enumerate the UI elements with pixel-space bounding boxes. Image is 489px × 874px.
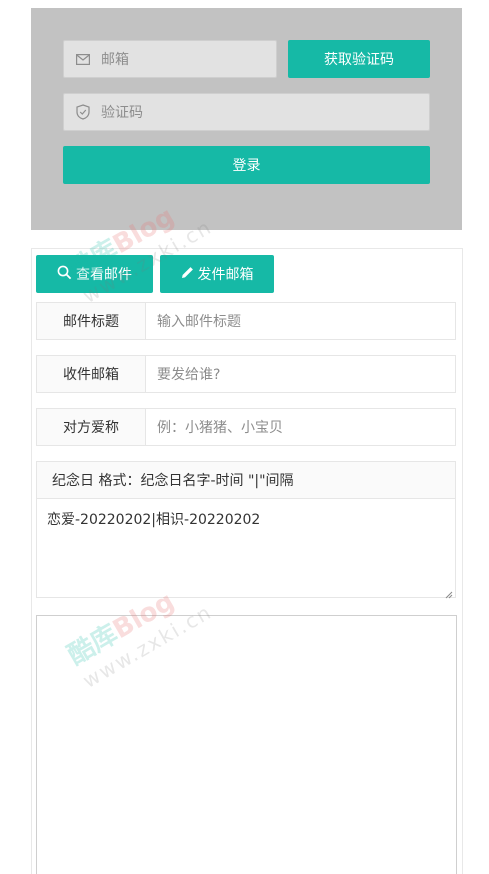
- view-mail-label: 查看邮件: [76, 267, 132, 283]
- resize-handle-icon[interactable]: [445, 587, 453, 599]
- shield-check-icon: [75, 104, 91, 120]
- recipient-row: 收件邮箱 要发给谁?: [36, 355, 456, 393]
- pencil-icon: [181, 266, 194, 283]
- send-mailbox-label: 发件邮箱: [197, 267, 254, 283]
- email-input[interactable]: 邮箱: [63, 40, 277, 78]
- mail-icon: [75, 51, 91, 67]
- verification-code-input[interactable]: 验证码: [63, 93, 430, 131]
- nickname-input[interactable]: 例：小猪猪、小宝贝: [146, 409, 455, 445]
- nickname-label: 对方爱称: [37, 409, 146, 445]
- login-button[interactable]: 登录: [63, 146, 430, 184]
- recipient-label: 收件邮箱: [37, 356, 146, 392]
- memorial-label: 纪念日 格式：纪念日名字-时间 "|"间隔: [37, 462, 455, 499]
- mail-panel: 查看邮件 发件邮箱 邮件标题 输入邮件标题 收件邮箱 要发给谁? 对方爱称 例：…: [31, 248, 463, 874]
- mail-content-area[interactable]: [36, 615, 457, 874]
- code-placeholder: 验证码: [101, 105, 143, 121]
- view-mail-button[interactable]: 查看邮件: [36, 255, 153, 293]
- memorial-section: 纪念日 格式：纪念日名字-时间 "|"间隔 恋爱-20220202|相识-202…: [36, 461, 456, 599]
- recipient-input[interactable]: 要发给谁?: [146, 356, 455, 392]
- memorial-textarea[interactable]: 恋爱-20220202|相识-20220202: [37, 499, 455, 539]
- email-placeholder: 邮箱: [101, 52, 129, 68]
- subject-label: 邮件标题: [37, 303, 146, 339]
- subject-row: 邮件标题 输入邮件标题: [36, 302, 456, 340]
- nickname-row: 对方爱称 例：小猪猪、小宝贝: [36, 408, 456, 446]
- send-mailbox-button[interactable]: 发件邮箱: [160, 255, 274, 293]
- search-icon: [57, 265, 72, 284]
- login-panel: 邮箱 获取验证码 验证码 登录: [31, 8, 462, 230]
- get-code-button[interactable]: 获取验证码: [288, 40, 430, 78]
- subject-input[interactable]: 输入邮件标题: [146, 303, 455, 339]
